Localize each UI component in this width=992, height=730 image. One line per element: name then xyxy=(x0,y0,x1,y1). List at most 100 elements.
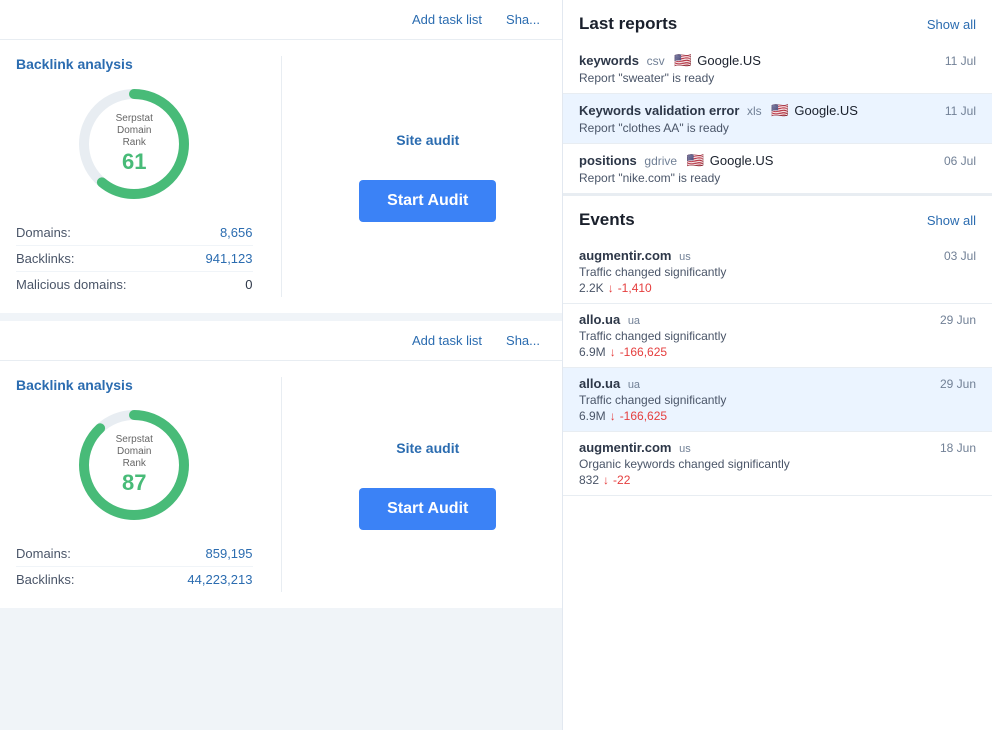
report-item-2[interactable]: Keywords validation error xls 🇺🇸 Google.… xyxy=(563,94,992,144)
event-3-date: 29 Jun xyxy=(940,377,976,391)
backlink-title-1: Backlink analysis xyxy=(16,56,253,72)
stat-backlinks-1: Backlinks: 941,123 xyxy=(16,246,253,272)
stat-malicious-value-1: 0 xyxy=(245,277,252,292)
share-button-1[interactable]: Sha... xyxy=(500,10,546,29)
report-1-date: 11 Jul xyxy=(945,54,976,68)
report-1-header: keywords csv 🇺🇸 Google.US 11 Jul xyxy=(579,52,976,69)
start-audit-button-2[interactable]: Start Audit xyxy=(359,488,496,530)
event-3-domain-group: allo.ua ua xyxy=(579,376,640,391)
report-3-date: 06 Jul xyxy=(944,154,976,168)
stat-domains-label-1: Domains: xyxy=(16,225,71,240)
event-2-down-arrow: ↓ xyxy=(610,345,616,359)
stat-malicious-1: Malicious domains: 0 xyxy=(16,272,253,297)
event-1-tag: us xyxy=(679,251,691,263)
donut-1-container: Serpstat Domain Rank 61 xyxy=(16,84,253,204)
add-task-list-button-2[interactable]: Add task list xyxy=(406,331,488,350)
events-section: Events Show all augmentir.com us 03 Jul … xyxy=(563,194,992,496)
report-1-flag: 🇺🇸 xyxy=(674,52,691,68)
share-button-2[interactable]: Sha... xyxy=(500,331,546,350)
stat-domains-value-1: 8,656 xyxy=(220,225,253,240)
event-1-stats: 2.2K ↓ -1,410 xyxy=(579,281,976,295)
event-3-down-arrow: ↓ xyxy=(610,409,616,423)
report-1-format: csv xyxy=(647,54,665,68)
event-3-stats: 6.9M ↓ -166,625 xyxy=(579,409,976,423)
show-all-events-link[interactable]: Show all xyxy=(927,213,976,228)
stats-2: Domains: 859,195 Backlinks: 44,223,213 xyxy=(16,541,253,592)
card-2-body: Backlink analysis Serpstat Domain Rank 8… xyxy=(0,361,562,608)
report-2-desc: Report "clothes AA" is ready xyxy=(579,121,976,135)
event-1-domain: augmentir.com xyxy=(579,248,671,263)
stat-malicious-label-1: Malicious domains: xyxy=(16,277,127,292)
last-reports-section: Last reports Show all keywords csv 🇺🇸 Go… xyxy=(563,0,992,194)
event-4-change: -22 xyxy=(613,473,630,487)
event-2-date: 29 Jun xyxy=(940,313,976,327)
event-1-desc: Traffic changed significantly xyxy=(579,265,976,279)
report-2-date: 11 Jul xyxy=(945,104,976,118)
stat-backlinks-label-2: Backlinks: xyxy=(16,572,75,587)
site-audit-1: Site audit Start Audit xyxy=(310,56,547,297)
donut-1-rank-num: 61 xyxy=(104,149,164,175)
report-1-type-name: keywords xyxy=(579,53,639,68)
event-4-domain-group: augmentir.com us xyxy=(579,440,691,455)
card-2: Add task list Sha... Backlink analysis S… xyxy=(0,321,562,608)
event-1-change: -1,410 xyxy=(618,281,652,295)
event-1-header: augmentir.com us 03 Jul xyxy=(579,248,976,263)
stat-backlinks-value-2: 44,223,213 xyxy=(187,572,252,587)
site-audit-title-2: Site audit xyxy=(396,440,459,456)
donut-2-rank-num: 87 xyxy=(104,470,164,496)
report-2-header: Keywords validation error xls 🇺🇸 Google.… xyxy=(579,102,976,119)
donut-2-label: Serpstat Domain Rank 87 xyxy=(104,434,164,496)
event-1-date: 03 Jul xyxy=(944,249,976,263)
donut-1-rank-text2: Domain Rank xyxy=(104,125,164,149)
divider-2 xyxy=(281,377,282,592)
report-item-3[interactable]: positions gdrive 🇺🇸 Google.US 06 Jul Rep… xyxy=(563,144,992,194)
site-audit-title-1: Site audit xyxy=(396,132,459,148)
report-3-type-name: positions xyxy=(579,153,637,168)
report-item-1[interactable]: keywords csv 🇺🇸 Google.US 11 Jul Report … xyxy=(563,44,992,94)
add-task-list-button-1[interactable]: Add task list xyxy=(406,10,488,29)
event-2-domain-group: allo.ua ua xyxy=(579,312,640,327)
event-3-header: allo.ua ua 29 Jun xyxy=(579,376,976,391)
stat-domains-1: Domains: 8,656 xyxy=(16,220,253,246)
event-2-tag: ua xyxy=(628,315,640,327)
event-2-change: -166,625 xyxy=(620,345,667,359)
event-1-traffic: 2.2K xyxy=(579,281,604,295)
backlink-analysis-2: Backlink analysis Serpstat Domain Rank 8… xyxy=(16,377,253,592)
event-4-stats: 832 ↓ -22 xyxy=(579,473,976,487)
stat-domains-2: Domains: 859,195 xyxy=(16,541,253,567)
event-2-traffic: 6.9M xyxy=(579,345,606,359)
stat-backlinks-2: Backlinks: 44,223,213 xyxy=(16,567,253,592)
event-2-domain: allo.ua xyxy=(579,312,620,327)
stat-domains-value-2: 859,195 xyxy=(206,546,253,561)
stats-1: Domains: 8,656 Backlinks: 941,123 Malici… xyxy=(16,220,253,297)
divider-1 xyxy=(281,56,282,297)
event-3-change: -166,625 xyxy=(620,409,667,423)
last-reports-header: Last reports Show all xyxy=(563,0,992,44)
card-1-toolbar: Add task list Sha... xyxy=(0,0,562,40)
start-audit-button-1[interactable]: Start Audit xyxy=(359,180,496,222)
card-1: Add task list Sha... Backlink analysis S… xyxy=(0,0,562,313)
donut-1-rank-text: Serpstat xyxy=(104,113,164,125)
donut-2-rank-text2: Domain Rank xyxy=(104,446,164,470)
backlink-title-2: Backlink analysis xyxy=(16,377,253,393)
report-2-region: Google.US xyxy=(794,103,858,118)
event-item-3[interactable]: allo.ua ua 29 Jun Traffic changed signif… xyxy=(563,368,992,432)
left-panel: Add task list Sha... Backlink analysis S… xyxy=(0,0,562,730)
stat-domains-label-2: Domains: xyxy=(16,546,71,561)
event-1-domain-group: augmentir.com us xyxy=(579,248,691,263)
event-item-4[interactable]: augmentir.com us 18 Jun Organic keywords… xyxy=(563,432,992,496)
card-2-toolbar: Add task list Sha... xyxy=(0,321,562,361)
report-3-format: gdrive xyxy=(644,154,677,168)
stat-backlinks-value-1: 941,123 xyxy=(206,251,253,266)
event-2-stats: 6.9M ↓ -166,625 xyxy=(579,345,976,359)
card-1-body: Backlink analysis Serpstat Domain Rank 6… xyxy=(0,40,562,313)
report-1-type: keywords csv 🇺🇸 Google.US xyxy=(579,52,761,69)
show-all-reports-link[interactable]: Show all xyxy=(927,17,976,32)
event-item-2[interactable]: allo.ua ua 29 Jun Traffic changed signif… xyxy=(563,304,992,368)
event-item-1[interactable]: augmentir.com us 03 Jul Traffic changed … xyxy=(563,240,992,304)
donut-1: Serpstat Domain Rank 61 xyxy=(74,84,194,204)
right-panel: Last reports Show all keywords csv 🇺🇸 Go… xyxy=(562,0,992,730)
stat-backlinks-label-1: Backlinks: xyxy=(16,251,75,266)
backlink-analysis-1: Backlink analysis Serpstat Domain Rank 6… xyxy=(16,56,253,297)
event-4-desc: Organic keywords changed significantly xyxy=(579,457,976,471)
